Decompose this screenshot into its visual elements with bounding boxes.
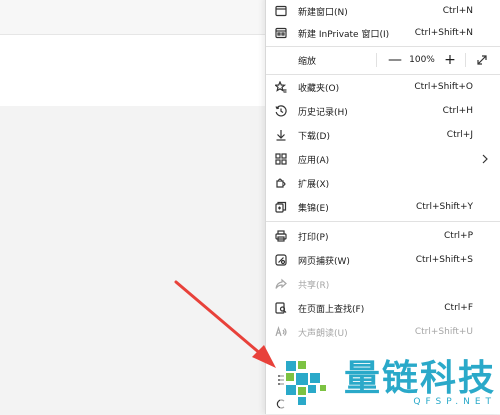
- favorites-star-icon: [274, 80, 288, 94]
- menu-separator: [266, 74, 500, 75]
- watermark-logo: 量链科技 QFSP.NET: [280, 352, 500, 414]
- menu-item-label: 大声朗读(U): [298, 328, 348, 339]
- page-toolbar-area: [0, 0, 270, 35]
- menu-item-read-aloud[interactable]: 大声朗读(U) Ctrl+Shift+U: [266, 321, 500, 343]
- menu-item-history[interactable]: 历史记录(H) Ctrl+H: [266, 100, 500, 122]
- menu-item-label: 下载(D): [298, 131, 330, 142]
- menu-separator: [266, 46, 500, 47]
- menu-item-zoom: 缩放 — 100% +: [266, 49, 500, 71]
- web-capture-icon: [274, 253, 288, 267]
- watermark-url: QFSP.NET: [413, 397, 497, 407]
- menu-item-find-on-page[interactable]: 在页面上查找(F) Ctrl+F: [266, 297, 500, 319]
- zoom-in-button[interactable]: +: [439, 49, 461, 71]
- menu-item-label: 应用(A): [298, 155, 330, 166]
- menu-item-new-window[interactable]: 新建窗口(N) Ctrl+N: [266, 0, 500, 22]
- watermark-title: 量链科技: [344, 358, 497, 399]
- menu-item-shortcut: Ctrl+P: [444, 231, 473, 241]
- read-aloud-icon: [274, 325, 288, 339]
- menu-item-new-inprivate[interactable]: 新建 InPrivate 窗口(I) Ctrl+Shift+N: [266, 22, 500, 44]
- menu-item-label: 收藏夹(O): [298, 83, 340, 94]
- menu-item-label: 集锦(E): [298, 203, 329, 214]
- zoom-divider: [376, 53, 377, 67]
- find-on-page-icon: [274, 301, 288, 315]
- menu-item-label: 网页捕获(W): [298, 256, 350, 267]
- zoom-divider: [465, 53, 466, 67]
- collections-icon: [274, 200, 288, 214]
- history-clock-icon: [274, 104, 288, 118]
- menu-item-shortcut: Ctrl+N: [442, 6, 473, 16]
- menu-item-shortcut: Ctrl+H: [442, 106, 473, 116]
- printer-icon: [274, 229, 288, 243]
- menu-item-label: 在页面上查找(F): [298, 304, 365, 315]
- menu-item-shortcut: Ctrl+Shift+U: [414, 327, 473, 337]
- apps-grid-icon: [274, 152, 288, 166]
- menu-item-extensions[interactable]: 扩展(X): [266, 172, 500, 194]
- menu-item-label: 共享(R): [298, 280, 330, 291]
- inprivate-window-icon: [274, 26, 288, 40]
- menu-item-shortcut: Ctrl+Shift+N: [414, 28, 473, 38]
- extensions-puzzle-icon: [274, 176, 288, 190]
- download-icon: [274, 128, 288, 142]
- menu-separator: [266, 221, 500, 222]
- fullscreen-icon[interactable]: [471, 49, 493, 71]
- menu-item-apps[interactable]: 应用(A): [266, 148, 500, 170]
- menu-item-favorites[interactable]: 收藏夹(O) Ctrl+Shift+O: [266, 76, 500, 98]
- menu-item-shortcut: Ctrl+F: [444, 303, 473, 313]
- chevron-right-icon: [479, 148, 491, 170]
- menu-item-label: 历史记录(H): [298, 107, 348, 118]
- menu-item-shortcut: Ctrl+Shift+Y: [415, 202, 473, 212]
- menu-item-label: 新建窗口(N): [298, 7, 348, 18]
- watermark-logo-icon: [286, 361, 326, 405]
- new-window-icon: [274, 4, 288, 18]
- menu-item-shortcut: Ctrl+Shift+O: [414, 82, 473, 92]
- zoom-out-button[interactable]: —: [384, 49, 406, 71]
- menu-item-collections[interactable]: 集锦(E) Ctrl+Shift+Y: [266, 196, 500, 218]
- menu-item-shortcut: Ctrl+Shift+S: [415, 255, 473, 265]
- menu-item-share[interactable]: 共享(R): [266, 273, 500, 295]
- menu-item-label: 扩展(X): [298, 179, 330, 190]
- menu-item-web-capture[interactable]: 网页捕获(W) Ctrl+Shift+S: [266, 249, 500, 271]
- menu-item-label: 新建 InPrivate 窗口(I): [298, 29, 390, 40]
- page-content-area: [0, 0, 270, 106]
- zoom-level: 100%: [409, 55, 435, 65]
- menu-item-downloads[interactable]: 下载(D) Ctrl+J: [266, 124, 500, 146]
- share-icon: [274, 277, 288, 291]
- menu-item-label: 打印(P): [298, 232, 329, 243]
- menu-item-shortcut: Ctrl+J: [446, 130, 473, 140]
- menu-item-print[interactable]: 打印(P) Ctrl+P: [266, 225, 500, 247]
